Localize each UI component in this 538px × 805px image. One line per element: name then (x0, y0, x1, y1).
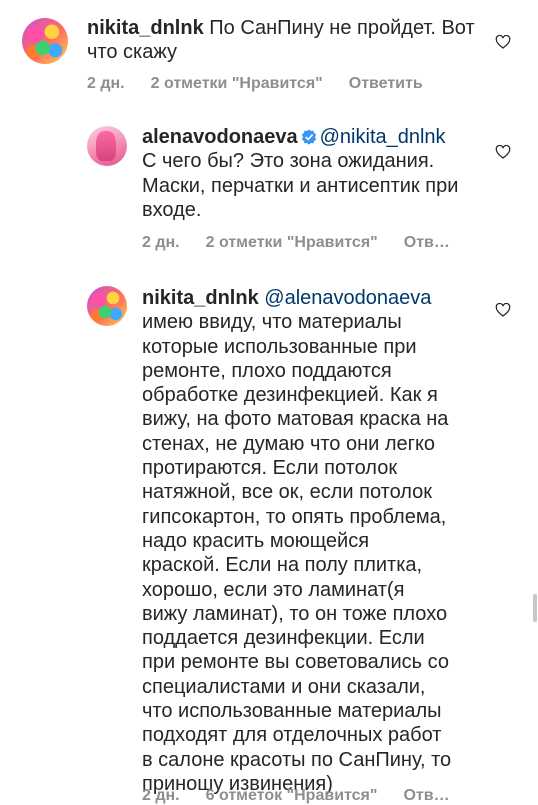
comment-meta: 2 дн. 6 отметок "Нравится" Отв… (142, 787, 476, 805)
comment-time: 2 дн. (142, 234, 180, 251)
reply-button[interactable]: Отв… (404, 234, 450, 251)
avatar[interactable] (87, 126, 127, 166)
verified-badge-icon (301, 129, 316, 145)
comment-meta: 2 дн. 2 отметки "Нравится" Отв… (142, 234, 476, 252)
comment-body: nikita_dnlnk По СанПину не пройдет. Вот … (87, 16, 497, 65)
reply-button[interactable]: Ответить (349, 75, 423, 92)
comment-username[interactable]: nikita_dnlnk (142, 287, 259, 309)
comment-time: 2 дн. (142, 787, 180, 804)
heart-outline-icon[interactable] (495, 145, 511, 159)
heart-outline-icon[interactable] (495, 35, 511, 49)
comment-meta: 2 дн. 2 отметки "Нравится" Ответить (87, 75, 449, 93)
avatar[interactable] (22, 18, 68, 64)
comment-mention[interactable]: @nikita_dnlnk (320, 126, 446, 148)
comment-body: alenavodonaeva @nikita_dnlnk С чего бы? Э… (142, 125, 492, 222)
comment-body: nikita_dnlnk @alenavodonaeva имею ввиду,… (142, 286, 492, 796)
comment-text: имею ввиду, что материалы которые исполь… (142, 311, 452, 795)
avatar[interactable] (87, 286, 127, 326)
scrollbar[interactable] (533, 594, 537, 622)
comment-mention[interactable]: @alenavodonaeva (264, 287, 431, 309)
comment-likes[interactable]: 2 отметки "Нравится" (206, 234, 378, 251)
reply-button[interactable]: Отв… (403, 787, 449, 804)
comment-time: 2 дн. (87, 75, 125, 92)
comment-likes[interactable]: 2 отметки "Нравится" (151, 75, 323, 92)
comment-text: С чего бы? Это зона ожидания. Маски, пер… (142, 150, 459, 221)
comment-likes[interactable]: 6 отметок "Нравится" (206, 787, 378, 804)
comment-username[interactable]: alenavodonaeva (142, 126, 298, 148)
heart-outline-icon[interactable] (495, 303, 511, 317)
comment-username[interactable]: nikita_dnlnk (87, 17, 204, 39)
